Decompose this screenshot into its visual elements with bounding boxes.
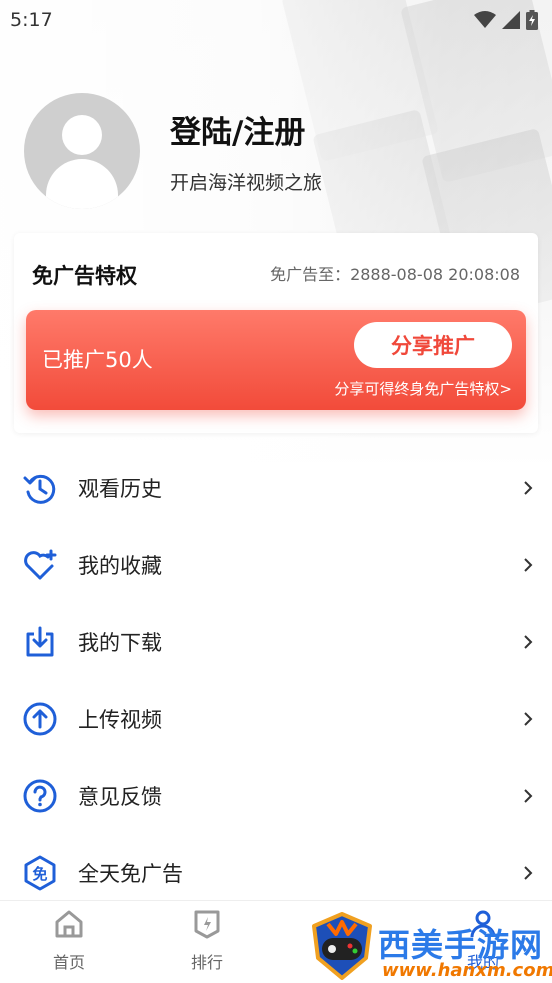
status-time: 5:17 [10,9,53,31]
menu-item-upload[interactable]: 上传视频 [0,680,552,757]
menu-list: 观看历史 我的收藏 我的下载 上传视频 意见反馈 免 全天免广告 [0,449,552,911]
chevron-right-icon [524,788,533,803]
profile-header[interactable]: 登陆/注册 开启海洋视频之旅 [24,93,322,209]
chevron-right-icon [524,711,533,726]
gamepad-shield-logo [312,912,372,980]
menu-item-downloads[interactable]: 我的下载 [0,603,552,680]
nav-tab-label: 排行 [190,953,223,972]
status-bar: 5:17 [0,0,552,40]
ad-free-title: 免广告特权 [32,264,137,288]
ad-free-icon: 免 [22,855,58,891]
promo-banner[interactable]: 已推广50人 分享推广 分享可得终身免广告特权> [26,310,526,410]
ad-free-expiry: 免广告至：2888-08-08 20:08:08 [270,265,520,284]
svg-text:免: 免 [32,865,47,883]
chevron-right-icon [524,480,533,495]
home-icon [55,910,83,938]
nav-tab-label: 首页 [52,953,85,972]
promo-count: 已推广50人 [42,348,153,372]
watermark-url: www.hanxm.com [382,960,552,981]
question-icon [22,778,58,814]
heart-plus-icon [22,547,58,583]
download-icon [22,624,58,660]
promo-note-link[interactable]: 分享可得终身免广告特权> [334,378,512,399]
history-icon [22,470,58,506]
site-watermark: 西美手游网 www.hanxm.com [306,912,552,983]
profile-subtitle: 开启海洋视频之旅 [170,172,323,194]
menu-item-favorites[interactable]: 我的收藏 [0,526,552,603]
upload-icon [22,701,58,737]
signal-icon [502,11,520,29]
menu-item-label: 意见反馈 [78,784,162,809]
menu-item-label: 我的下载 [78,630,162,655]
menu-item-label: 全天免广告 [78,861,183,886]
chevron-right-icon [524,557,533,572]
login-register-link[interactable]: 登陆/注册 [170,107,322,152]
menu-item-label: 观看历史 [78,476,162,501]
ad-free-card: 免广告特权 免广告至：2888-08-08 20:08:08 已推广50人 分享… [14,233,538,433]
wifi-icon [474,11,496,28]
chevron-right-icon [524,634,533,649]
menu-item-label: 上传视频 [78,707,162,732]
menu-item-feedback[interactable]: 意见反馈 [0,757,552,834]
nav-tab-home[interactable]: 首页 [34,909,104,973]
nav-tab-ranking[interactable]: 排行 [172,909,242,973]
battery-icon [526,10,538,30]
avatar[interactable] [24,93,140,209]
ranking-icon [194,910,220,939]
menu-item-label: 我的收藏 [78,553,162,578]
chevron-right-icon [524,865,533,880]
share-promote-button[interactable]: 分享推广 [354,322,512,368]
menu-item-history[interactable]: 观看历史 [0,449,552,526]
